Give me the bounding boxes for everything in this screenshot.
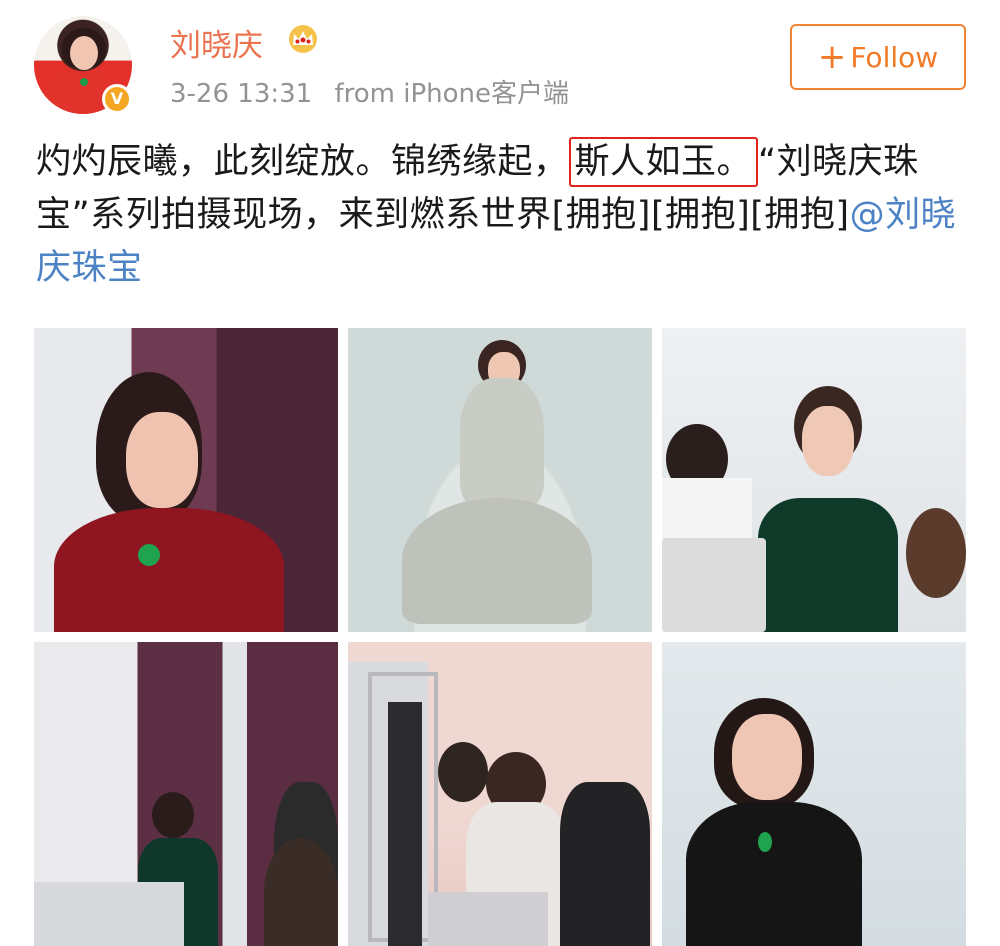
verified-badge-icon: V [102,84,132,114]
post-text-part1: 灼灼辰曦，此刻绽放。锦绣缘起， [36,142,569,182]
photo-green-dress-fitting[interactable] [662,328,966,632]
post-source: from iPhone客户端 [334,79,570,109]
post-header: V 刘晓庆 3-26 13:31 from iPhone客户端 + Follow [0,0,1000,120]
username[interactable]: 刘晓庆 [170,20,263,65]
photo-black-dress-portrait[interactable] [662,642,966,946]
plus-icon: + [817,37,847,77]
post-meta: 3-26 13:31 from iPhone客户端 [170,73,569,110]
crown-icon [289,25,317,53]
photo-white-gown-fullbody[interactable] [348,328,652,632]
highlighted-text: 斯人如玉。 [568,137,759,187]
follow-button[interactable]: + Follow [790,24,966,90]
photo-red-dress-portrait[interactable] [34,328,338,632]
follow-label: Follow [850,40,939,74]
photo-studio-seated[interactable] [34,642,338,946]
photo-studio-group[interactable] [348,642,652,946]
post-text: 灼灼辰曦，此刻绽放。锦绣缘起， 斯人如玉。 “刘晓庆珠宝”系列拍摄现场，来到燃系世界… [36,136,966,295]
timestamp: 3-26 13:31 [170,79,313,109]
